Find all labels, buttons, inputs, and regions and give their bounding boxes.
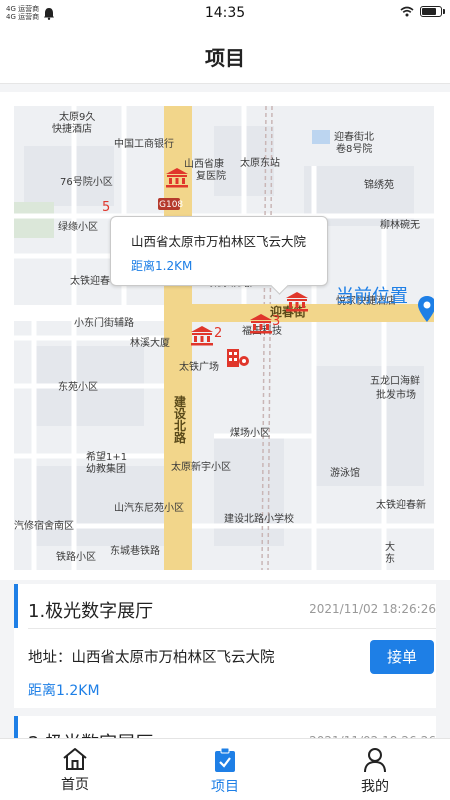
map-label-taitie-yingchun2: 太铁迎春新 bbox=[376, 500, 426, 511]
map-label-shanqi: 山汽东尼苑小区 bbox=[114, 503, 184, 514]
project-address: 地址：山西省太原市万柏林区飞云大院 bbox=[28, 646, 275, 667]
map-label-qiyan: 汽修宿舍南区 bbox=[14, 521, 74, 532]
marker-number-2: 2 bbox=[214, 326, 223, 341]
tab-mine[interactable]: 我的 bbox=[300, 739, 450, 800]
map-label-pifa: 批发市场 bbox=[376, 390, 416, 401]
map-label-jianshe-school: 建设北路小学校 bbox=[224, 514, 294, 525]
current-location-pin-icon[interactable] bbox=[418, 296, 434, 322]
map-card: 太原9久 快捷酒店 中国工商银行 山西省康 复医院 太原东站 迎春街北 卷8号院… bbox=[0, 92, 450, 580]
home-icon bbox=[63, 748, 87, 770]
tab-projects[interactable]: 项目 bbox=[150, 739, 300, 800]
app-root: 4G 运营商 4G 运营商 14:35 项目 太原9久 快捷酒店 中国工商银行 … bbox=[0, 0, 450, 800]
title-bar: 项目 bbox=[0, 26, 450, 84]
map-label-taiyuan-xinyu: 太原新宇小区 bbox=[171, 462, 231, 473]
building-location-icon[interactable] bbox=[224, 346, 250, 368]
tab-home-label: 首页 bbox=[61, 777, 89, 793]
map-label-shanxi-hosp-2: 复医院 bbox=[196, 171, 226, 182]
tab-projects-label: 项目 bbox=[211, 779, 239, 795]
map-label-xibu: 希望1+1 bbox=[86, 452, 128, 463]
battery-icon bbox=[420, 6, 445, 17]
battery-fill bbox=[422, 8, 437, 15]
map-label-wukou: 五龙口海鲜 bbox=[370, 376, 420, 387]
card-divider bbox=[28, 628, 436, 629]
project-marker-icon[interactable] bbox=[189, 324, 215, 346]
project-card[interactable]: 1.极光数字展厅 2021/11/02 18:26:26 地址：山西省太原市万柏… bbox=[14, 584, 436, 708]
bottom-tab-bar: 首页 项目 我的 bbox=[0, 738, 450, 800]
map-label-dongcheng: 东城巷铁路 bbox=[110, 546, 160, 557]
map-label-shanxi-hosp-1: 山西省康 bbox=[184, 159, 224, 170]
map-label-yard76: 76号院小区 bbox=[60, 177, 113, 188]
address-label: 地址： bbox=[28, 650, 72, 666]
user-icon bbox=[364, 748, 386, 773]
map-label-dasha: 大东 bbox=[385, 542, 395, 565]
project-marker-icon[interactable] bbox=[248, 312, 274, 334]
project-marker-icon[interactable] bbox=[284, 290, 310, 312]
map-label-meicheng: 煤场小区 bbox=[230, 428, 270, 439]
marker-number-5: 5 bbox=[102, 200, 111, 215]
map-label-yingchun-8: 卷8号院 bbox=[336, 144, 373, 155]
map-view[interactable]: 太原9久 快捷酒店 中国工商银行 山西省康 复医院 太原东站 迎春街北 卷8号院… bbox=[14, 106, 434, 570]
card-accent-bar bbox=[14, 584, 18, 628]
page-title: 项目 bbox=[205, 46, 245, 70]
map-label-yingchun: 迎春街北 bbox=[334, 132, 374, 143]
map-label-taiyuan9: 太原9久 bbox=[59, 112, 96, 123]
map-label-lvyuan: 绿缘小区 bbox=[58, 222, 98, 233]
map-label-jianshe: 建设北路 bbox=[174, 395, 187, 445]
map-label-youyong: 游泳馆 bbox=[330, 468, 360, 479]
map-label-taitie-gc: 太铁广场 bbox=[179, 362, 219, 373]
project-title: 1.极光数字展厅 bbox=[28, 601, 154, 622]
map-label-dongyuan: 东苑小区 bbox=[58, 382, 98, 393]
status-right bbox=[400, 6, 445, 17]
map-label-kuaijie: 快捷酒店 bbox=[52, 124, 92, 135]
map-label-g108: G108 bbox=[159, 200, 184, 210]
status-time: 14:35 bbox=[204, 5, 246, 21]
map-label-tielu: 铁路小区 bbox=[56, 552, 96, 563]
accept-order-button[interactable]: 接单 bbox=[370, 640, 434, 674]
tab-home[interactable]: 首页 bbox=[0, 739, 150, 800]
address-value: 山西省太原市万柏林区飞云大院 bbox=[71, 650, 275, 666]
map-label-linxi: 林溪大厦 bbox=[130, 338, 170, 349]
map-label-liuliu: 柳林碗无 bbox=[380, 220, 420, 231]
map-label-youer: 幼教集团 bbox=[86, 464, 126, 475]
map-label-icbc: 中国工商银行 bbox=[114, 139, 174, 150]
current-location-label: 当前位置 bbox=[336, 286, 408, 307]
map-label-jinxiu: 锦绣苑 bbox=[364, 180, 394, 191]
project-time: 2021/11/02 18:26:26 bbox=[309, 602, 436, 616]
map-label-xiaodongmen: 小东门街辅路 bbox=[74, 318, 134, 329]
popup-distance: 距离1.2KM bbox=[131, 259, 193, 273]
popup-address: 山西省太原市万柏林区飞云大院 bbox=[131, 234, 307, 249]
status-bar: 4G 运营商 4G 运营商 14:35 bbox=[0, 0, 450, 26]
wifi-icon bbox=[400, 6, 414, 17]
clipboard-check-icon bbox=[215, 747, 235, 772]
project-distance: 距离1.2KM bbox=[28, 683, 100, 699]
map-label-taiyuan-east: 太原东站 bbox=[240, 158, 280, 169]
project-marker-icon[interactable] bbox=[164, 166, 190, 188]
tab-mine-label: 我的 bbox=[361, 779, 389, 795]
map-info-popup[interactable]: 山西省太原市万柏林区飞云大院 距离1.2KM bbox=[110, 216, 328, 286]
